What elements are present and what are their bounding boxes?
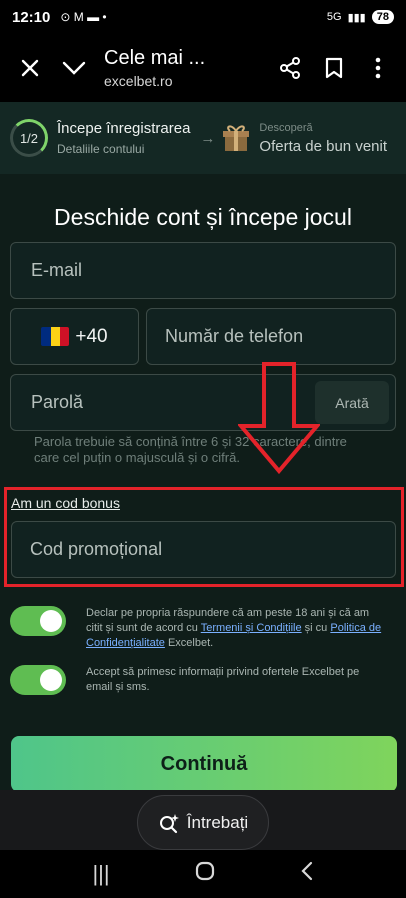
password-hint: Parola trebuie să conțină între 6 și 32 … (34, 434, 347, 465)
chevron-down-icon[interactable] (52, 46, 96, 90)
gift-icon (219, 121, 253, 155)
show-password-button[interactable]: Arată (315, 381, 389, 424)
recent-apps-icon[interactable]: ||| (92, 861, 109, 887)
marketing-consent-toggle[interactable] (10, 665, 66, 695)
email-placeholder: E-mail (31, 260, 83, 280)
password-placeholder: Parolă (31, 392, 84, 412)
registration-progress: 1/2 Începe înregistrarea Detaliile contu… (0, 102, 406, 174)
marketing-consent-text: Accept să primesc informații privind ofe… (86, 666, 360, 693)
arrow-right-icon: → (200, 129, 216, 147)
country-code-select[interactable]: +40 (10, 308, 139, 365)
promo-code-field[interactable]: Cod promoțional (11, 521, 396, 578)
marketing-consent-row: Accept să primesc informații privind ofe… (10, 665, 386, 695)
age-consent-row: Declar pe propria răspundere că am peste… (10, 606, 386, 651)
ask-button[interactable]: Întrebați (137, 795, 269, 850)
age-consent-text: Declar pe propria răspundere că am peste… (86, 607, 382, 649)
page-title-area[interactable]: Cele mai ... excelbet.ro (96, 47, 268, 89)
phone-placeholder: Număr de telefon (165, 326, 304, 346)
page-domain: excelbet.ro (104, 73, 173, 89)
terms-link[interactable]: Termenii și Condițiile (201, 622, 302, 634)
ask-label: Întrebați (186, 812, 249, 832)
step-current-title: Începe înregistrarea (57, 120, 191, 137)
promo-placeholder: Cod promoțional (30, 539, 163, 559)
bookmark-icon[interactable] (312, 46, 356, 90)
continue-button[interactable]: Continuă (11, 736, 397, 792)
close-icon[interactable] (8, 46, 52, 90)
battery-icon: 78 (371, 10, 394, 24)
more-options-icon[interactable] (356, 46, 400, 90)
home-icon[interactable] (195, 861, 215, 887)
network-label: 5G (326, 11, 342, 23)
romania-flag-icon (41, 327, 70, 346)
back-icon[interactable] (300, 861, 314, 887)
search-sparkle-icon (159, 813, 179, 833)
annotation-arrow-icon (238, 362, 320, 474)
step-current-subtitle: Detaliile contului (57, 142, 145, 156)
step-next: Descoperă Oferta de bun venit (259, 122, 387, 155)
phone-field[interactable]: Număr de telefon (146, 308, 396, 365)
clock: 12:10 (12, 8, 51, 26)
step-indicator: 1/2 (10, 119, 48, 157)
bonus-code-link[interactable]: Am un cod bonus (11, 495, 120, 511)
age-consent-toggle[interactable] (10, 606, 66, 636)
step-current: Începe înregistrarea Detaliile contului (57, 120, 190, 156)
browser-toolbar: Cele mai ... excelbet.ro (0, 34, 406, 102)
step-next-title: Descoperă (259, 121, 313, 134)
form-heading: Deschide cont și începe jocul (54, 204, 352, 230)
signal-icon: ▮▮▮ (347, 11, 366, 24)
status-bar: 12:10 ⊙ M ▬ • 5G ▮▮▮ 78 (0, 0, 406, 34)
notification-icons: ⊙ M ▬ • (60, 10, 107, 24)
email-field[interactable]: E-mail (10, 242, 396, 299)
android-nav-bar: ||| (0, 850, 406, 898)
page-title: Cele mai ... (104, 47, 206, 69)
country-code-value: +40 (75, 325, 108, 347)
share-icon[interactable] (268, 46, 312, 90)
step-next-subtitle: Oferta de bun venit (259, 137, 388, 155)
system-icons: 5G ▮▮▮ 78 (327, 10, 394, 24)
password-field[interactable]: Parolă Arată (10, 374, 396, 431)
